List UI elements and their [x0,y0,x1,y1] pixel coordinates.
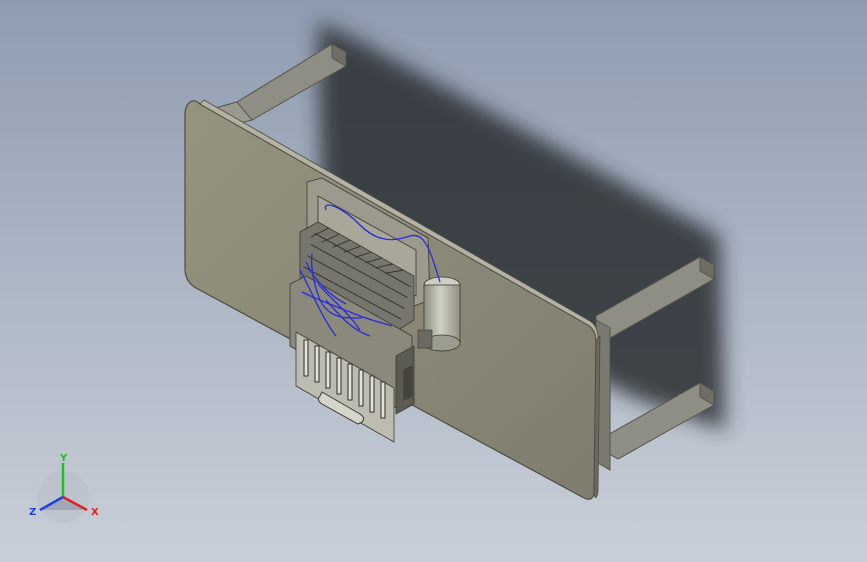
rod [380,381,386,419]
rod [303,339,309,377]
axis-triad: Y X Z [29,453,99,523]
rod [314,345,320,383]
model-scene[interactable]: Y X Z [0,0,867,562]
rod [336,357,342,395]
graphics-viewport[interactable]: Y X Z [0,0,867,562]
rod [347,363,353,401]
x-axis-label: X [91,507,99,518]
rod [369,375,375,413]
z-axis-label: Z [29,507,36,518]
y-axis-label: Y [59,453,68,464]
rod [325,351,331,389]
rod [358,369,364,407]
cylinder-actuator[interactable] [417,276,461,352]
